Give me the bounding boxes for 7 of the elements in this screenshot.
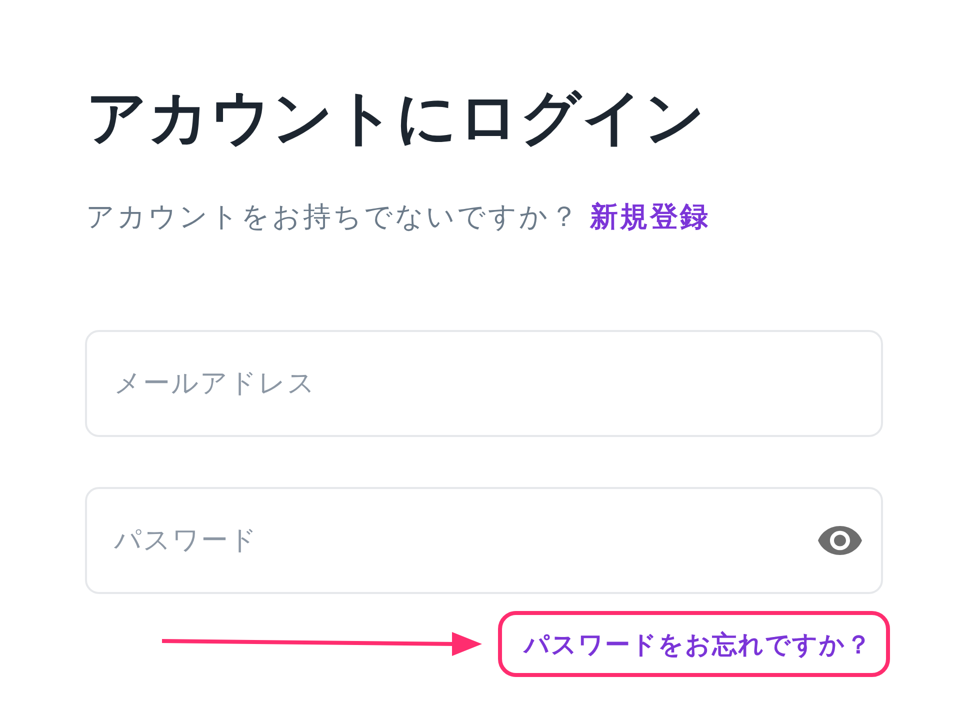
signup-prompt: アカウントをお持ちでないですか？ (86, 199, 580, 235)
eye-icon[interactable] (818, 526, 862, 555)
signup-link[interactable]: 新規登録 (590, 198, 710, 236)
forgot-password-link[interactable]: パスワードをお忘れですか？ (498, 611, 890, 677)
email-field[interactable]: メールアドレス (85, 330, 883, 437)
password-field[interactable]: パスワード (85, 487, 883, 594)
page-title: アカウントにログイン (86, 82, 706, 154)
